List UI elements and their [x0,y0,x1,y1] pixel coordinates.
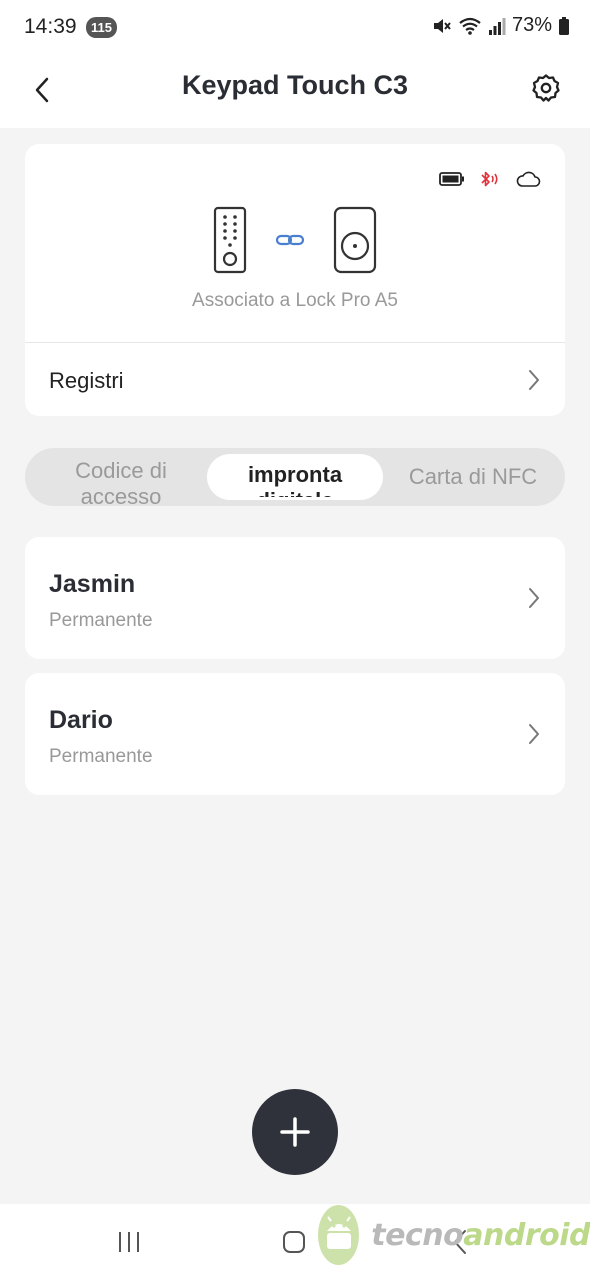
add-button[interactable] [252,1089,338,1175]
chevron-right-icon [529,370,539,390]
device-card: Associato a Lock Pro A5 Registri [25,144,565,416]
list-item[interactable]: Dario Permanente [25,673,565,795]
home-button[interactable] [280,1226,308,1258]
tab-label: Codice di accesso [75,458,167,506]
tab-label: Carta di NFC [408,464,538,489]
tab-access-code[interactable]: Codice di accesso [33,448,209,506]
device-illustration [25,206,565,274]
recents-icon [119,1232,139,1252]
status-icons: 73% [432,14,570,37]
settings-button[interactable] [526,68,566,108]
link-icon [275,234,305,246]
plus-icon [280,1117,310,1147]
watermark: tecnoandroid [318,1202,590,1268]
chevron-right-icon [529,588,539,608]
user-validity: Permanente [49,746,153,767]
keypad-icon [213,206,247,274]
mute-icon [433,18,451,33]
registri-label: Registri [49,368,124,393]
gear-icon [532,74,560,102]
credential-tabs: Codice di accesso impronta digitale Cart… [25,448,565,506]
user-name: Jasmin [49,570,136,598]
tab-nfc-card[interactable]: Carta di NFC [385,448,561,506]
chevron-right-icon [529,724,539,744]
list-item[interactable]: Jasmin Permanente [25,537,565,659]
page-title: Keypad Touch C3 [181,70,409,100]
status-time: 14:39 [24,15,77,38]
wifi-icon [459,17,481,35]
watermark-text: tecnoandroid [371,1218,590,1253]
user-validity: Permanente [49,610,153,631]
signal-icon [488,17,506,35]
cloud-icon [516,171,541,187]
tab-fingerprint[interactable]: impronta digitale [207,454,383,500]
app-header: Keypad Touch C3 [0,56,590,128]
device-status-icons [439,170,541,188]
tab-label: impronta digitale [247,462,343,497]
home-icon [283,1231,305,1253]
android-logo-icon [318,1205,360,1265]
battery-icon [439,172,464,186]
user-name: Dario [49,706,113,734]
registri-row[interactable]: Registri [25,343,565,416]
associated-lock-text: Associato a Lock Pro A5 [192,290,398,311]
lock-icon [333,206,377,274]
battery-percent: 73% [511,14,552,36]
bluetooth-icon [481,171,498,187]
battery-icon [559,16,569,35]
notification-count-badge: 115 [86,17,117,38]
status-bar: 14:39 115 73% [0,0,590,56]
watermark-text-part1: tecno [371,1217,464,1253]
recents-button[interactable] [114,1226,144,1258]
watermark-text-part2: android [463,1217,590,1253]
